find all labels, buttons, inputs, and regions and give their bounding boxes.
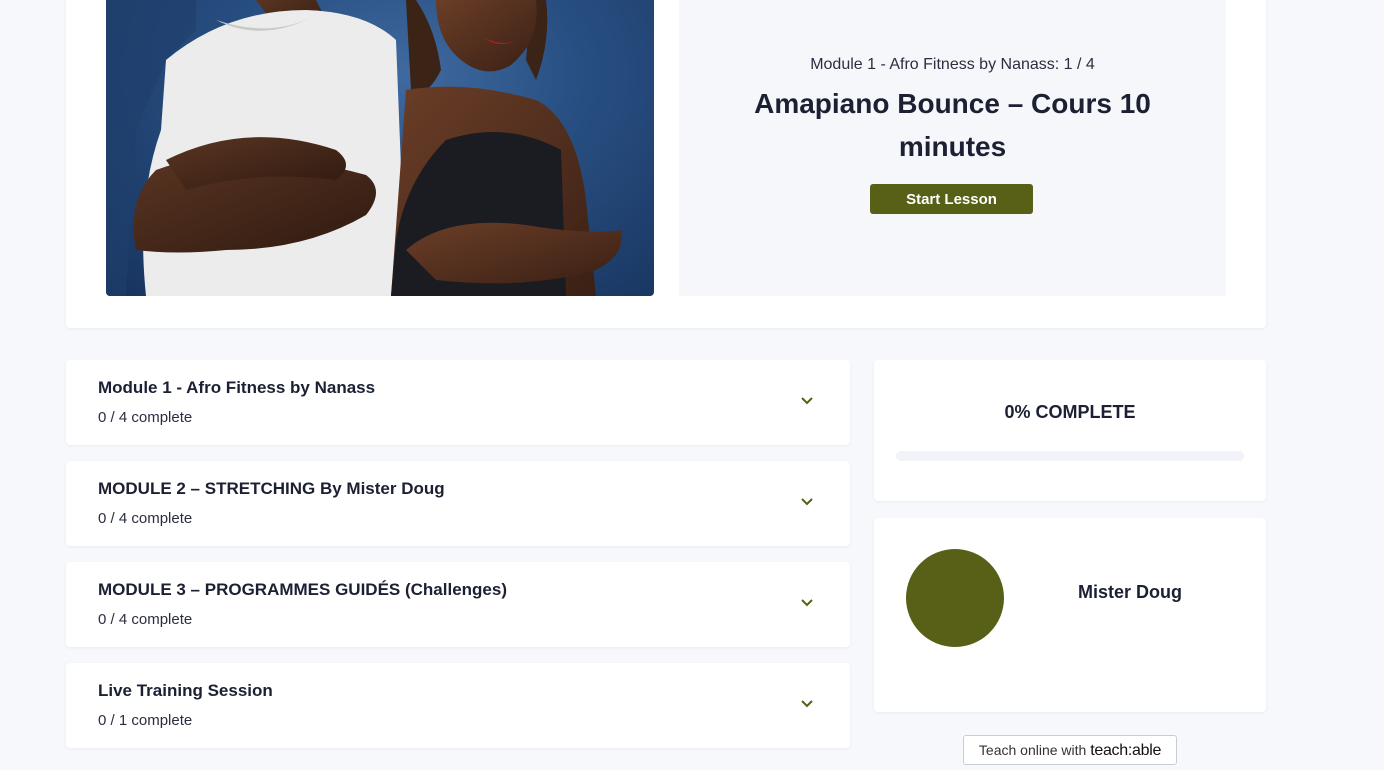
chevron-down-icon[interactable] xyxy=(800,497,814,507)
chevron-down-icon[interactable] xyxy=(800,598,814,608)
module-progress: 0 / 4 complete xyxy=(98,510,193,527)
badge-prefix: Teach online with xyxy=(978,742,1087,758)
module-title: Live Training Session xyxy=(98,681,273,700)
progress-bar xyxy=(896,451,1244,461)
module-card-1[interactable]: Module 1 - Afro Fitness by Nanass 0 / 4 … xyxy=(66,360,850,445)
module-progress: 0 / 4 complete xyxy=(98,611,193,628)
teachable-logo: teach:able xyxy=(1090,742,1162,759)
avatar xyxy=(906,549,1004,647)
course-hero-image xyxy=(106,0,654,296)
module-title: Module 1 - Afro Fitness by Nanass xyxy=(98,378,376,397)
chevron-down-icon[interactable] xyxy=(800,699,814,709)
lesson-panel: Module 1 - Afro Fitness by Nanass: 1 / 4… xyxy=(679,0,1226,296)
instructors-photo xyxy=(106,0,622,296)
module-card-4[interactable]: Live Training Session 0 / 1 complete xyxy=(66,663,850,748)
module-progress: 0 / 4 complete xyxy=(98,409,193,426)
module-card-3[interactable]: MODULE 3 – PROGRAMMES GUIDÉS (Challenges… xyxy=(66,562,850,647)
module-title: MODULE 2 – STRETCHING By Mister Doug xyxy=(98,479,445,498)
module-progress: 0 / 1 complete xyxy=(98,712,193,729)
teachable-badge-link[interactable]: Teach online with teach:able xyxy=(963,735,1177,765)
module-title: MODULE 3 – PROGRAMMES GUIDÉS (Challenges… xyxy=(98,580,507,599)
author-card: Mister Doug xyxy=(874,518,1266,712)
chevron-down-icon[interactable] xyxy=(800,396,814,406)
course-progress-card: 0% COMPLETE xyxy=(874,360,1266,501)
progress-label: 0% COMPLETE xyxy=(1004,402,1136,422)
current-module-label: Module 1 - Afro Fitness by Nanass: 1 / 4 xyxy=(810,56,1095,73)
module-card-2[interactable]: MODULE 2 – STRETCHING By Mister Doug 0 /… xyxy=(66,461,850,546)
lesson-title: Amapiano Bounce – Cours 10 minutes xyxy=(754,88,1151,162)
author-name: Mister Doug xyxy=(1078,582,1183,602)
start-lesson-button[interactable]: Start Lesson xyxy=(870,184,1033,214)
